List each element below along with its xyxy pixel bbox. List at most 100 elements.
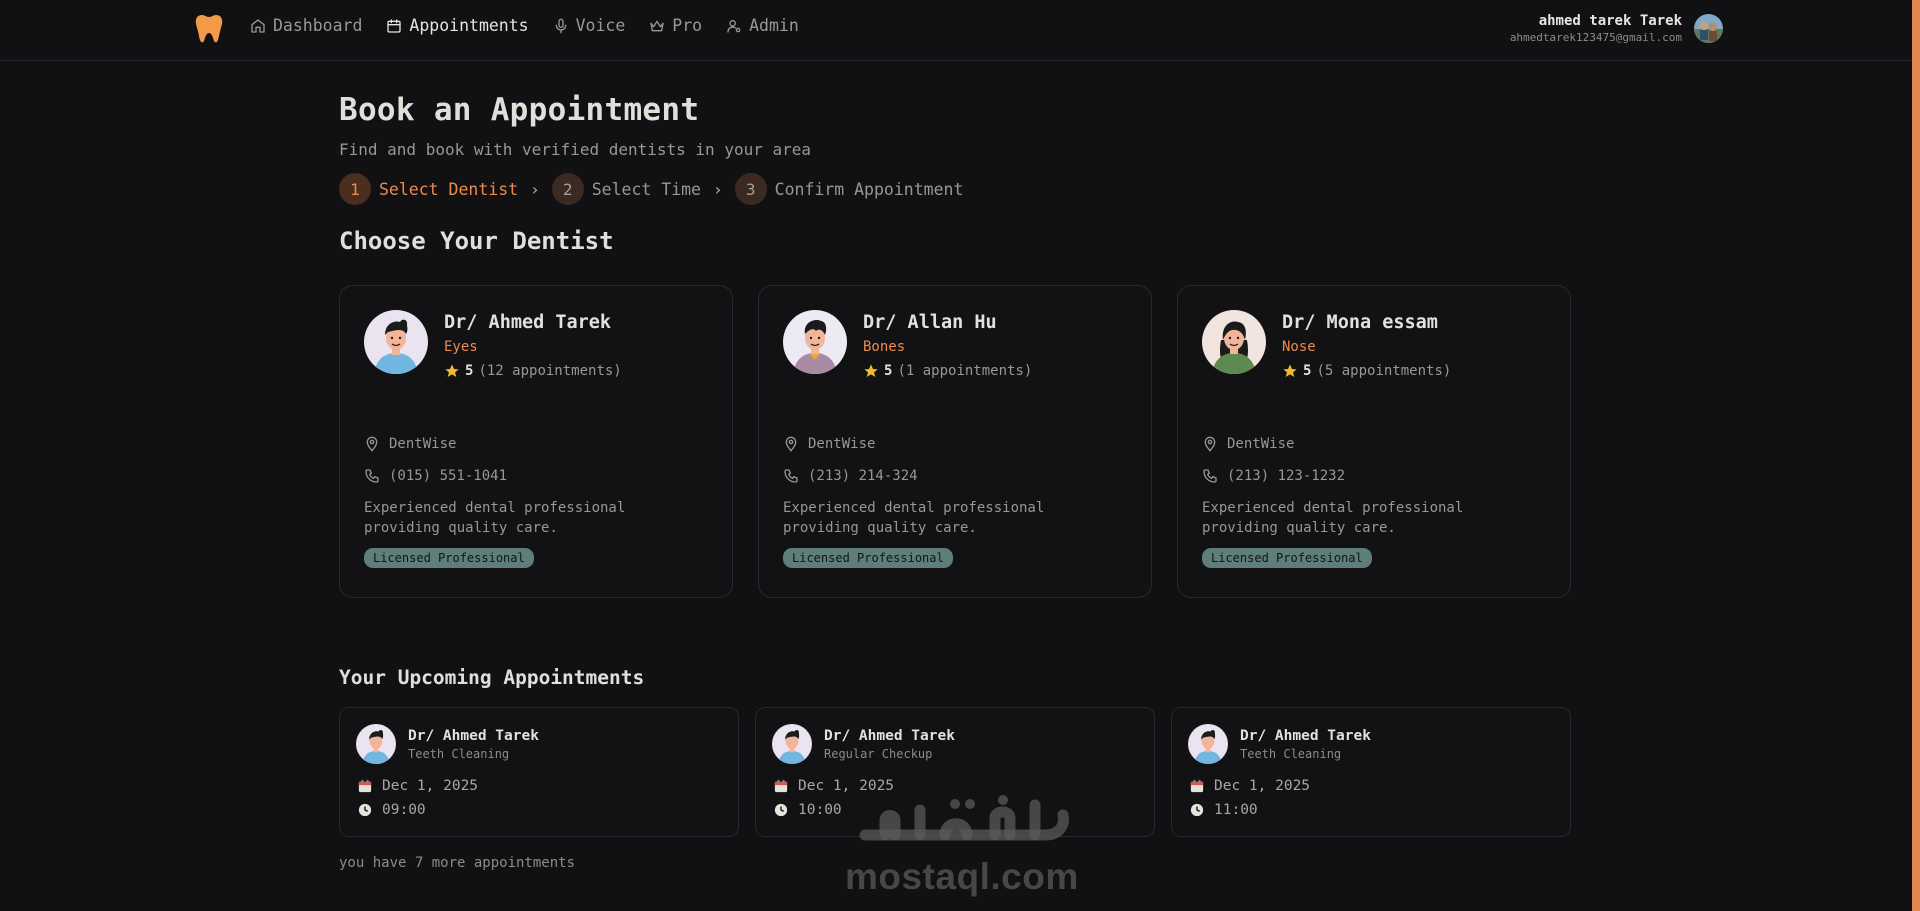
dentist-avatar [1202,310,1266,374]
licensed-badge: Licensed Professional [364,548,534,568]
dentist-info: Dr/ Allan Hu Bones 5 (1 appointments) [863,312,1032,379]
user-email: ahmedtarek123475@gmail.com [1509,31,1682,44]
map-pin-icon [785,436,797,452]
nav-pro[interactable]: Pro [649,16,702,35]
booking-steps: 1 Select Dentist › 2 Select Time › 3 Con… [339,173,1571,205]
appointment-doctor: Dr/ Ahmed Tarek Teeth Cleaning [408,728,539,761]
phone-row: (213) 214-324 [783,466,1127,486]
appointment-time-row: 10:00 [774,802,842,818]
user-name: ahmed tarek Tarek [1538,13,1682,29]
appointment-doctor: Dr/ Ahmed Tarek Teeth Cleaning [1240,728,1371,761]
main-content: Book an Appointment Find and book with v… [339,92,1571,689]
appointment-date-row: Dec 1, 2025 [1190,778,1310,794]
doctor-avatar [772,724,812,764]
dentist-rating: 5 (5 appointments) [1282,363,1451,379]
phone-icon [365,469,379,483]
appointment-card[interactable]: Dr/ Ahmed Tarek Teeth Cleaning Dec 1, 20… [1171,707,1571,837]
star-icon [864,364,878,377]
appointment-type: Teeth Cleaning [408,747,510,761]
appointment-card[interactable]: Dr/ Ahmed Tarek Regular Checkup Dec 1, 2… [755,707,1155,837]
phone-icon [784,469,798,483]
nav-pro-label: Pro [672,16,703,35]
user-cog-icon [727,19,741,33]
location-text: DentWise [389,436,457,452]
phone-text: (213) 123-1232 [1227,468,1346,484]
appointment-time-row: 11:00 [1190,802,1258,818]
tooth-logo-icon[interactable] [195,14,223,44]
top-navbar: Dashboard Appointments Voice Pro Admin a… [0,0,1920,61]
nav-voice[interactable]: Voice [553,16,625,35]
location-row: DentWise [783,434,1127,454]
page-title: Book an Appointment [339,92,700,128]
dentist-cards: Dr/ Ahmed Tarek Eyes 5 (12 appointments)… [339,285,1571,598]
dentist-avatar [783,310,847,374]
appointment-time: 10:00 [798,802,842,818]
more-appointments-text[interactable]: you have 7 more appointments [339,855,575,871]
nav-dashboard-label: Dashboard [273,16,363,35]
user-avatar[interactable] [1694,14,1723,43]
location-text: DentWise [808,436,876,452]
phone-text: (015) 551-1041 [389,468,508,484]
nav-dashboard[interactable]: Dashboard [250,16,362,35]
chevron-right-icon: › [713,179,723,199]
step-select-dentist[interactable]: 1 Select Dentist [339,173,518,205]
upcoming-list: Dr/ Ahmed Tarek Teeth Cleaning Dec 1, 20… [339,707,1571,837]
phone-row: (213) 123-1232 [1202,466,1546,486]
step-select-time[interactable]: 2 Select Time [551,173,701,205]
phone-row: (015) 551-1041 [364,466,708,486]
appointment-time-row: 09:00 [358,802,426,818]
appointment-time: 09:00 [382,802,426,818]
doctor-avatar [1188,724,1228,764]
main-nav: Dashboard Appointments Voice Pro Admin [250,16,799,35]
user-info: ahmed tarek Tarek ahmedtarek123475@gmail… [1510,13,1682,44]
mic-icon [555,18,566,33]
calendar-icon [1190,779,1204,793]
step-number: 3 [734,173,767,205]
calendar-icon [387,18,402,33]
scrollbar[interactable] [1912,0,1920,911]
dentist-description: Experienced dental professional providin… [364,500,626,536]
calendar-icon [358,779,372,793]
user-menu[interactable]: ahmed tarek Tarek ahmedtarek123475@gmail… [1510,13,1723,44]
star-icon [445,364,459,377]
clock-icon [1190,803,1204,817]
dentist-specialty: Eyes [444,339,478,355]
step-number: 1 [339,173,371,205]
page-subtitle: Find and book with verified dentists in … [339,140,812,159]
dentist-info: Dr/ Mona essam Nose 5 (5 appointments) [1282,312,1451,379]
nav-appointments[interactable]: Appointments [386,16,529,35]
dentist-info: Dr/ Ahmed Tarek Eyes 5 (12 appointments) [444,312,622,379]
location-text: DentWise [1227,436,1295,452]
watermark-text: mostaql.com [845,856,1079,897]
step-label: Select Dentist [379,179,519,199]
dentist-card[interactable]: Dr/ Mona essam Nose 5 (5 appointments) D… [1177,285,1571,598]
star-icon [1283,364,1297,377]
step-confirm[interactable]: 3 Confirm Appointment [734,173,963,205]
appointment-time: 11:00 [1214,802,1258,818]
appointment-type: Regular Checkup [824,747,933,761]
clock-icon [774,803,788,817]
appointment-doctor: Dr/ Ahmed Tarek Regular Checkup [824,728,955,761]
appointment-date-row: Dec 1, 2025 [358,778,478,794]
licensed-badge: Licensed Professional [1202,548,1372,568]
location-row: DentWise [364,434,708,454]
licensed-badge: Licensed Professional [783,548,953,568]
nav-appointments-label: Appointments [409,16,529,35]
dentist-name: Dr/ Mona essam [1282,312,1438,333]
dentist-card[interactable]: Dr/ Ahmed Tarek Eyes 5 (12 appointments)… [339,285,733,598]
dentist-specialty: Bones [863,339,906,355]
doctor-avatar [356,724,396,764]
rating-value: 5 [465,363,474,379]
dentist-card[interactable]: Dr/ Allan Hu Bones 5 (1 appointments) De… [758,285,1152,598]
clock-icon [358,803,372,817]
dentist-rating: 5 (1 appointments) [863,363,1032,379]
dentist-specialty: Nose [1282,339,1316,355]
map-pin-icon [1204,436,1216,452]
map-pin-icon [366,436,378,452]
dentist-description: Experienced dental professional providin… [783,500,1045,536]
appointment-date-row: Dec 1, 2025 [774,778,894,794]
appointment-date: Dec 1, 2025 [1214,778,1311,794]
nav-admin[interactable]: Admin [726,16,799,35]
appointment-card[interactable]: Dr/ Ahmed Tarek Teeth Cleaning Dec 1, 20… [339,707,739,837]
calendar-icon [774,779,788,793]
